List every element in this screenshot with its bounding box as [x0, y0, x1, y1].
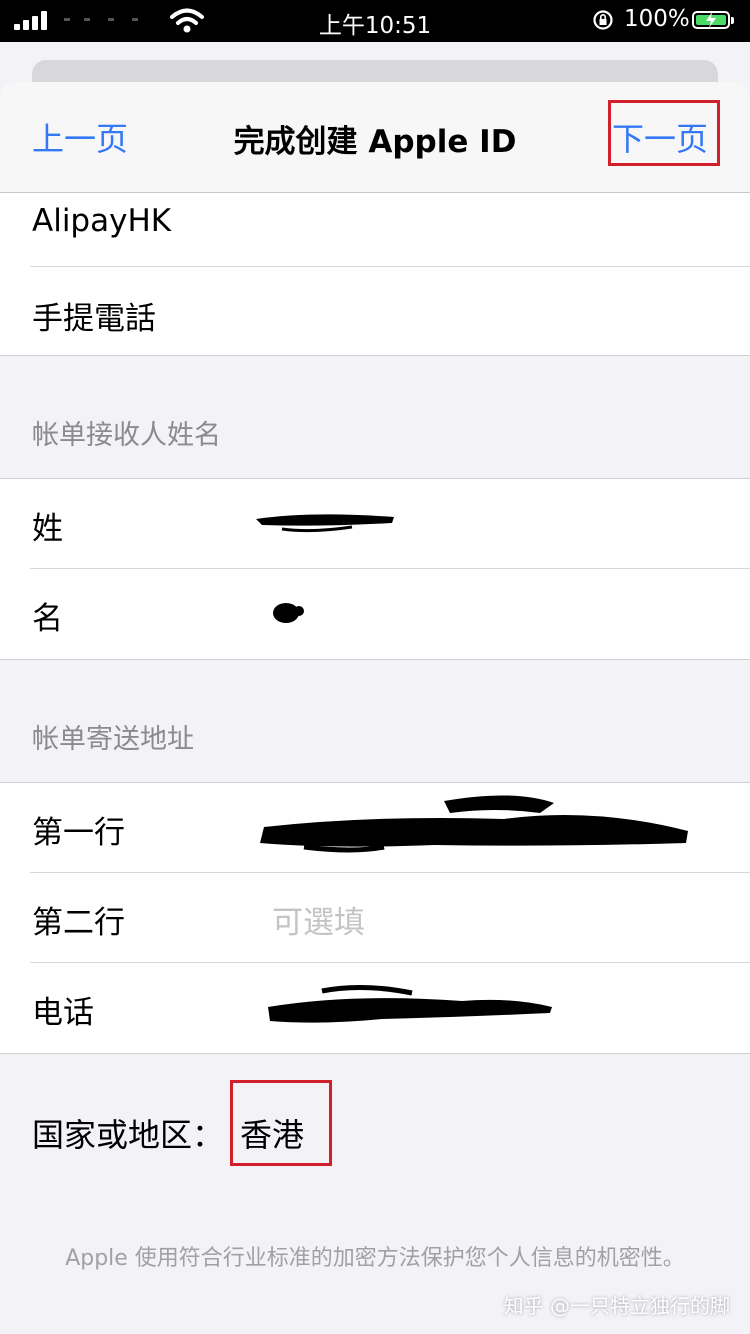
address-line2-label: 第二行	[32, 905, 125, 941]
annotation-box-next	[608, 100, 720, 166]
phone-row[interactable]: 电话	[0, 963, 750, 1053]
section-header-billing-address: 帐单寄送地址	[0, 660, 750, 782]
section-header-label: 帐单接收人姓名	[32, 420, 221, 451]
address-line2-row[interactable]: 第二行 可選填	[0, 873, 750, 963]
country-region-label: 国家或地区：	[32, 1116, 225, 1154]
address-line2-input[interactable]: 可選填	[272, 897, 365, 942]
navigation-bar: 上一页 完成创建 Apple ID 下一页	[0, 82, 750, 193]
charging-bolt-icon	[706, 12, 716, 28]
section-header-billing-name: 帐单接收人姓名	[0, 356, 750, 478]
battery-percent: 100%	[624, 6, 690, 32]
redacted-phone	[268, 984, 552, 1023]
section-header-label: 帐单寄送地址	[32, 724, 194, 755]
billing-name-group: 姓 名	[0, 478, 750, 660]
annotation-box-country	[230, 1080, 332, 1166]
phone-label: 电话	[32, 995, 94, 1031]
payment-option-label: 手提電話	[32, 301, 156, 337]
redacted-last-name	[256, 514, 394, 533]
last-name-label: 姓	[32, 511, 63, 547]
payment-method-list: AlipayHK 手提電話	[0, 193, 750, 356]
payment-option-label: AlipayHK	[32, 203, 172, 239]
redacted-first-name	[273, 603, 304, 623]
privacy-footnote: Apple 使用符合行业标准的加密方法保护您个人信息的机密性。	[65, 1246, 685, 1271]
last-name-row[interactable]: 姓	[0, 479, 750, 569]
orientation-lock-icon	[593, 10, 613, 30]
first-name-row[interactable]: 名	[0, 569, 750, 659]
battery-icon	[692, 11, 734, 29]
billing-address-group: 第一行 第二行 可選填 电话	[0, 782, 750, 1054]
first-name-label: 名	[32, 601, 63, 637]
payment-option-alipayhk[interactable]: AlipayHK	[0, 193, 750, 267]
modal-sheet: 上一页 完成创建 Apple ID 下一页 AlipayHK 手提電話 帐单接收…	[0, 82, 750, 1334]
source-watermark: 知乎 @一只特立独行的脚	[503, 1294, 730, 1318]
address-line1-label: 第一行	[32, 815, 125, 851]
redacted-address-line1	[260, 795, 688, 853]
address-line1-row[interactable]: 第一行	[0, 783, 750, 873]
status-bar: 上午10:51 100%	[0, 0, 750, 42]
country-region-row[interactable]: 国家或地区： 香港	[0, 1054, 750, 1194]
payment-option-mobile[interactable]: 手提電話	[0, 267, 750, 355]
